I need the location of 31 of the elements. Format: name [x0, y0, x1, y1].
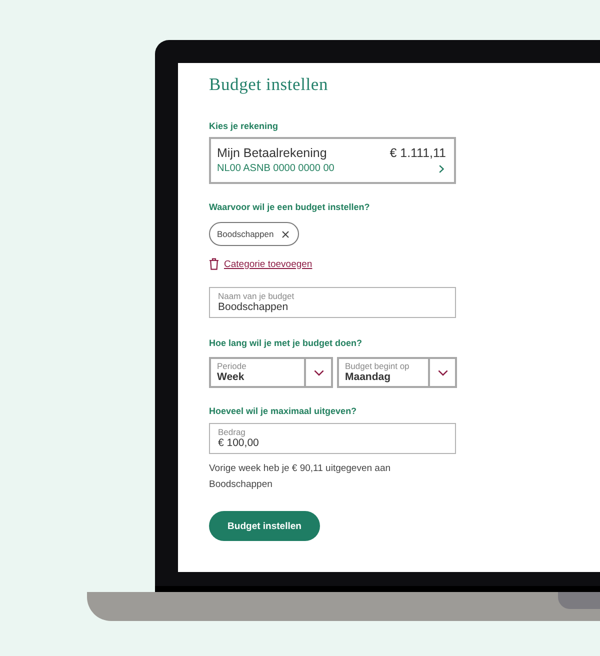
budget-name-field[interactable]: Naam van je budget Boodschappen [209, 287, 456, 318]
dropdown-select[interactable]: Budget begint op Maandag [337, 357, 457, 388]
dropdown-select[interactable]: Periode Week [209, 357, 333, 388]
section-label: Kies je rekening [209, 120, 278, 132]
field-label: Naam van je budget [218, 291, 296, 301]
trash-icon [209, 258, 219, 270]
account-name: Mijn Betaalrekening [217, 145, 327, 162]
submit-button[interactable]: Budget instellen [209, 511, 320, 541]
field-label: Bedrag [218, 427, 246, 437]
section-label: Hoe lang wil je met je budget doen? [209, 337, 362, 349]
amount-field[interactable]: Bedrag € 100,00 [209, 423, 456, 454]
field-value: € 100,00 [218, 437, 260, 450]
chevron-down-icon [438, 370, 448, 376]
spending-hint: Vorige week heb je € 90,11 uitgegeven aan Boodschappen [209, 462, 392, 492]
chevron-right-icon [439, 164, 444, 172]
account-number: NL00 ASNB 0000 0000 00 [217, 162, 334, 175]
field-label: Periode [217, 361, 248, 371]
section-label: Hoeveel wil je maximaal uitgeven? [209, 405, 357, 417]
section-label: Waarvoor wil je een budget instellen? [209, 201, 370, 213]
chevron-down-icon [314, 370, 324, 376]
account-card[interactable]: Mijn Betaalrekening € 1.111,11 NL00 ASNB 0000 0000 00 [209, 137, 456, 184]
select-value: Maandag [345, 371, 392, 384]
account-balance: € 1.111,11 [390, 145, 446, 162]
field-value: Boodschappen [218, 301, 290, 314]
page-title: Budget instellen [209, 74, 328, 94]
chip-label: Boodschappen [217, 229, 274, 239]
base-notch [558, 592, 600, 609]
close-icon[interactable] [282, 230, 289, 238]
select-value: Week [217, 371, 246, 384]
field-label: Budget begint op [345, 361, 410, 371]
add-category-link[interactable]: Categorie toevoegen [224, 258, 312, 270]
